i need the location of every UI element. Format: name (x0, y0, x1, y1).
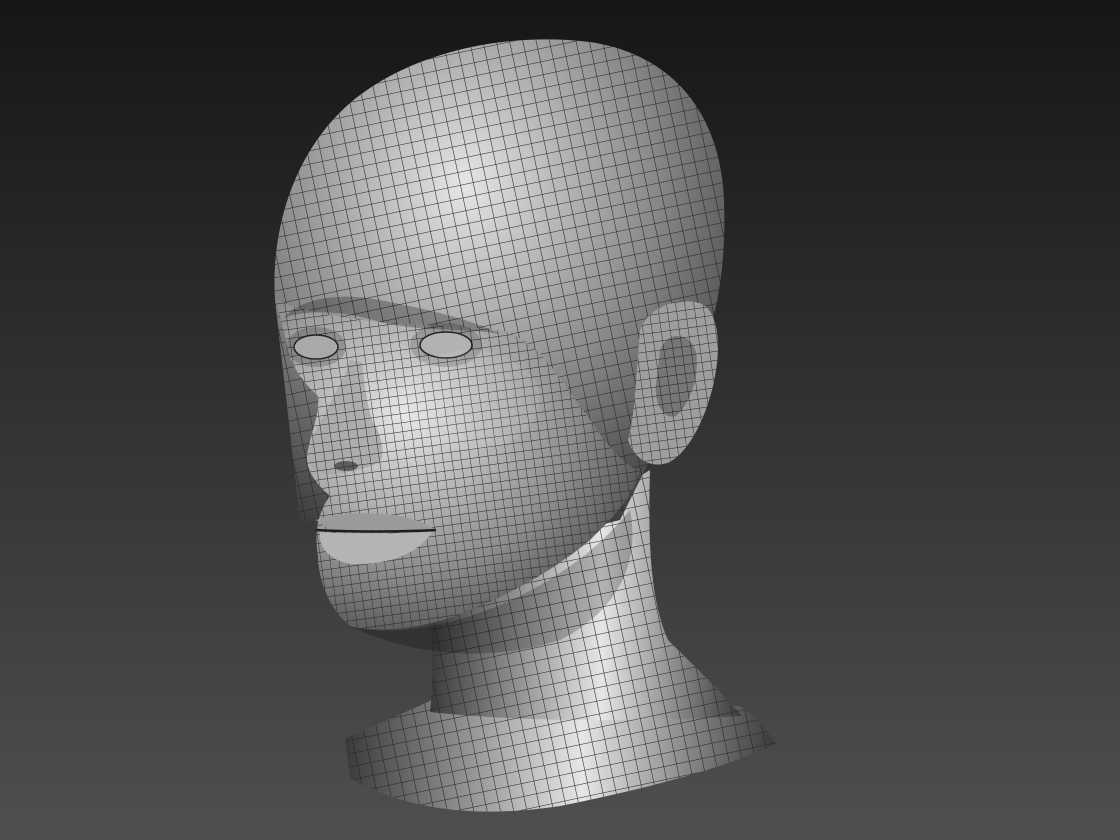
right-eye-socket (286, 327, 346, 367)
cheek-highlight (400, 350, 540, 450)
viewport[interactable] (0, 0, 1120, 840)
viewport-canvas[interactable] (0, 0, 1120, 840)
nostril (334, 461, 358, 471)
